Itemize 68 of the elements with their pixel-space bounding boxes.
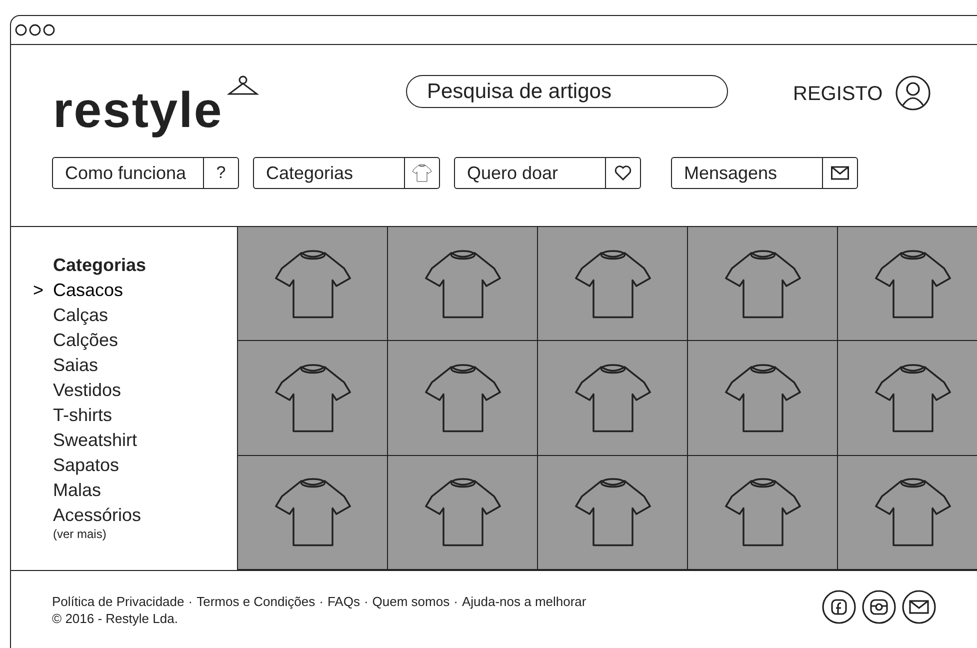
product-tile[interactable] <box>238 227 388 342</box>
nav-button[interactable]: Quero doar <box>454 157 641 189</box>
tshirt-icon <box>874 248 952 319</box>
product-tile[interactable] <box>538 456 688 570</box>
product-tile[interactable] <box>538 341 688 456</box>
footer-link[interactable]: Ajuda-nos a melhorar <box>462 593 586 610</box>
category-item[interactable]: Sapatos <box>33 453 120 478</box>
nav-button[interactable]: Categorias <box>253 157 440 189</box>
tshirt-icon <box>574 362 652 434</box>
tshirt-icon <box>574 477 652 548</box>
tshirt-icon <box>724 362 802 434</box>
footer-link[interactable]: Termos e Condições <box>196 593 316 610</box>
register-link[interactable]: REGISTO <box>793 79 883 109</box>
separator: · <box>362 593 370 610</box>
mail-icon <box>831 166 849 180</box>
product-tile[interactable] <box>688 456 838 570</box>
product-tile[interactable] <box>838 456 977 570</box>
footer-link[interactable]: Política de Privacidade <box>52 593 184 610</box>
product-tile[interactable] <box>688 341 838 456</box>
logo[interactable]: restyle <box>53 85 223 135</box>
mail-icon[interactable] <box>902 590 936 624</box>
camera-icon[interactable] <box>862 590 896 624</box>
tshirt-icon <box>874 477 952 548</box>
product-tile[interactable] <box>838 227 977 342</box>
product-tile[interactable] <box>688 227 838 342</box>
separator: · <box>452 593 459 610</box>
tshirt-icon <box>274 362 352 434</box>
category-item[interactable]: Calções <box>33 328 118 353</box>
product-tile[interactable] <box>388 456 538 570</box>
copyright: © 2016 - Restyle Lda. <box>52 610 179 627</box>
tshirt-icon <box>424 362 502 434</box>
category-item[interactable]: Saias <box>33 353 98 378</box>
product-tile[interactable] <box>238 456 388 570</box>
nav-button[interactable]: Mensagens <box>671 157 858 189</box>
user-icon[interactable] <box>894 75 931 111</box>
footer-link[interactable]: Quem somos <box>372 593 450 610</box>
category-item[interactable]: Sweatshirt <box>33 428 138 453</box>
tshirt-icon <box>724 248 802 319</box>
tshirt-icon <box>724 477 802 548</box>
product-tile[interactable] <box>538 227 688 342</box>
product-tile[interactable] <box>388 341 538 456</box>
tshirt-icon <box>424 477 502 548</box>
category-item[interactable]: T-shirts <box>33 403 112 428</box>
tshirt-icon <box>412 164 432 182</box>
product-tile[interactable] <box>838 341 977 456</box>
facebook-icon[interactable] <box>822 590 856 624</box>
category-item[interactable]: Vestidos <box>33 378 122 403</box>
search-field[interactable]: Pesquisa de artigos <box>406 75 728 108</box>
category-item[interactable]: > Casacos <box>33 278 124 303</box>
category-item[interactable]: Acessórios <box>33 503 142 528</box>
tshirt-icon <box>424 248 502 319</box>
separator: · <box>187 593 194 610</box>
question-mark: ? <box>216 162 226 184</box>
footer-link[interactable]: FAQs <box>327 593 360 610</box>
separator: · <box>318 593 324 610</box>
product-tile[interactable] <box>238 341 388 456</box>
tshirt-icon <box>574 248 652 319</box>
product-tile[interactable] <box>388 227 538 342</box>
heart-icon <box>614 165 632 181</box>
category-item[interactable]: Calças <box>33 303 108 328</box>
nav-button[interactable]: Como funciona ? <box>52 157 239 189</box>
hanger-icon <box>227 75 259 97</box>
category-item[interactable]: Malas <box>33 478 102 503</box>
more-link[interactable]: (ver mais) <box>33 528 237 540</box>
tshirt-icon <box>874 362 952 434</box>
sidebar-title: Categorias <box>52 254 148 277</box>
tshirt-icon <box>274 248 352 319</box>
tshirt-icon <box>274 477 352 548</box>
